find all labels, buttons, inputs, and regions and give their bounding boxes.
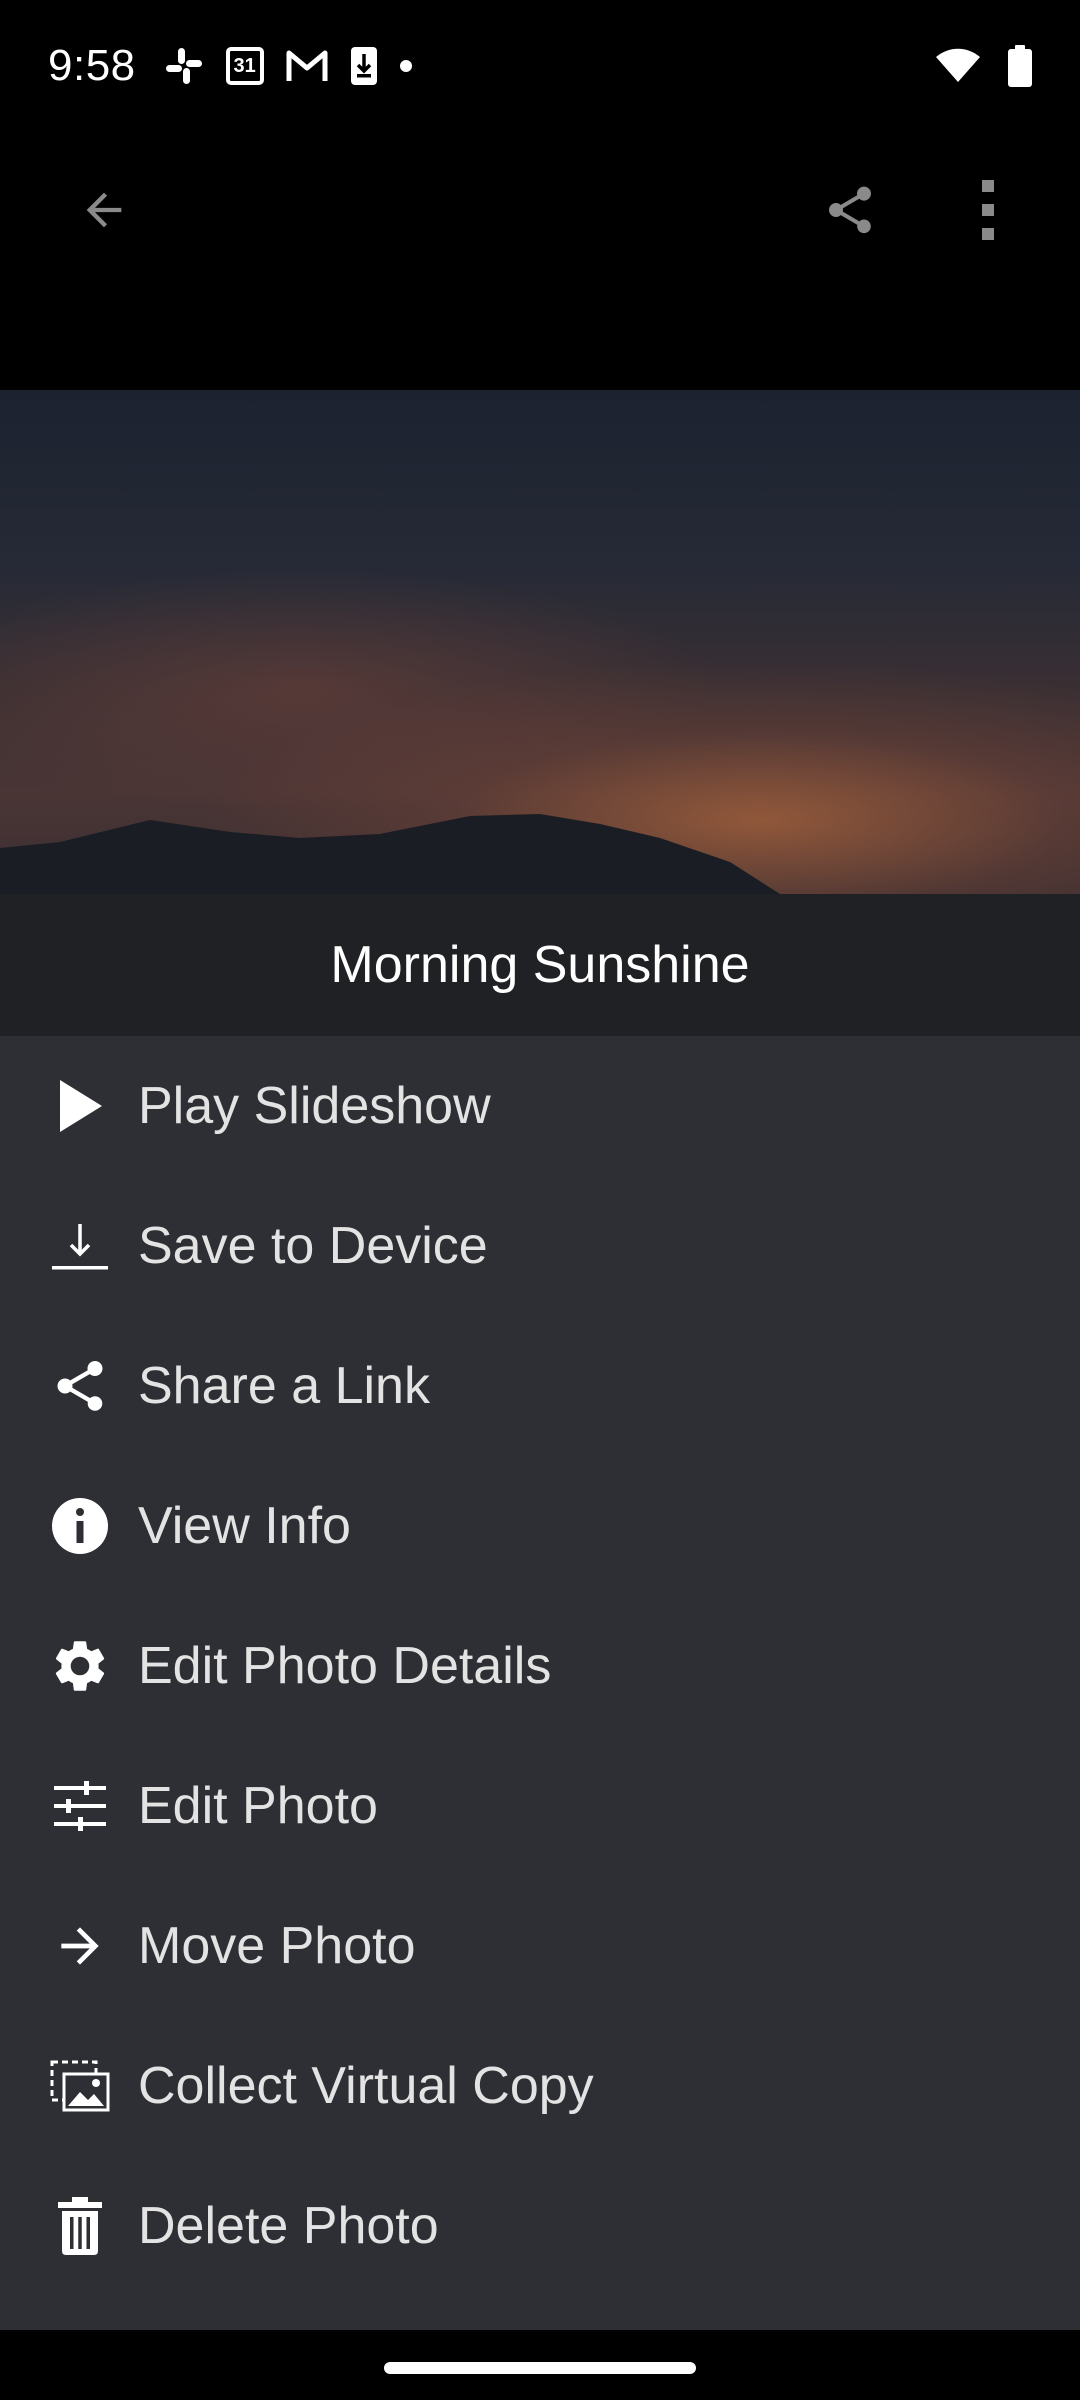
gmail-icon	[286, 49, 328, 83]
menu-item-label: View Info	[138, 1497, 351, 1555]
menu-item-edit-photo-details[interactable]: Edit Photo Details	[0, 1596, 1080, 1736]
share-icon	[822, 180, 878, 245]
photo-actions-menu: Play Slideshow Save to Device Share a Li…	[0, 1036, 1080, 2330]
navigation-bar	[0, 2330, 1080, 2400]
menu-item-label: Move Photo	[138, 1917, 416, 1975]
arrow-right-icon	[40, 1906, 120, 1986]
battery-icon	[1008, 45, 1032, 87]
share-button[interactable]	[800, 162, 900, 262]
back-button[interactable]	[54, 162, 154, 262]
more-options-button[interactable]	[938, 162, 1038, 262]
back-arrow-icon	[78, 184, 130, 241]
menu-item-view-info[interactable]: View Info	[0, 1456, 1080, 1596]
menu-item-play-slideshow[interactable]: Play Slideshow	[0, 1036, 1080, 1176]
sliders-icon	[40, 1766, 120, 1846]
share-icon	[40, 1346, 120, 1426]
screen: 9:58 31 Morning Sunshine Play Slideshow …	[0, 0, 1080, 2400]
menu-item-label: Save to Device	[138, 1217, 488, 1275]
menu-item-save-to-device[interactable]: Save to Device	[0, 1176, 1080, 1316]
mountain-silhouette	[0, 814, 780, 894]
photo-title: Morning Sunshine	[330, 936, 750, 994]
menu-item-share-link[interactable]: Share a Link	[0, 1316, 1080, 1456]
calendar-icon: 31	[225, 47, 264, 85]
download-icon	[40, 1206, 120, 1286]
notification-icons: 31	[164, 46, 412, 86]
gear-icon	[40, 1626, 120, 1706]
menu-item-edit-photo[interactable]: Edit Photo	[0, 1736, 1080, 1876]
info-icon	[40, 1486, 120, 1566]
menu-item-label: Delete Photo	[138, 2197, 439, 2255]
wifi-icon	[936, 48, 980, 84]
menu-item-collect-virtual-copy[interactable]: Collect Virtual Copy	[0, 2016, 1080, 2156]
trash-icon	[40, 2186, 120, 2266]
virtual-copy-icon	[40, 2046, 120, 2126]
photo-title-bar: Morning Sunshine	[0, 894, 1080, 1036]
menu-item-label: Play Slideshow	[138, 1077, 491, 1135]
menu-item-label: Collect Virtual Copy	[138, 2057, 594, 2115]
menu-item-label: Share a Link	[138, 1357, 430, 1415]
menu-item-move-photo[interactable]: Move Photo	[0, 1876, 1080, 2016]
menu-item-label: Edit Photo	[138, 1777, 378, 1835]
menu-item-label: Edit Photo Details	[138, 1637, 552, 1695]
status-bar: 9:58 31	[0, 0, 1080, 132]
photo-preview[interactable]	[0, 390, 1080, 894]
play-icon	[40, 1066, 120, 1146]
top-app-bar	[0, 132, 1080, 292]
dot-icon	[399, 60, 412, 72]
more-vert-icon	[978, 178, 998, 247]
home-gesture-handle[interactable]	[384, 2362, 696, 2374]
download-icon	[350, 46, 378, 86]
menu-item-delete-photo[interactable]: Delete Photo	[0, 2156, 1080, 2296]
slack-icon	[164, 46, 204, 86]
system-icons	[936, 45, 1032, 87]
status-time: 9:58	[48, 41, 136, 90]
